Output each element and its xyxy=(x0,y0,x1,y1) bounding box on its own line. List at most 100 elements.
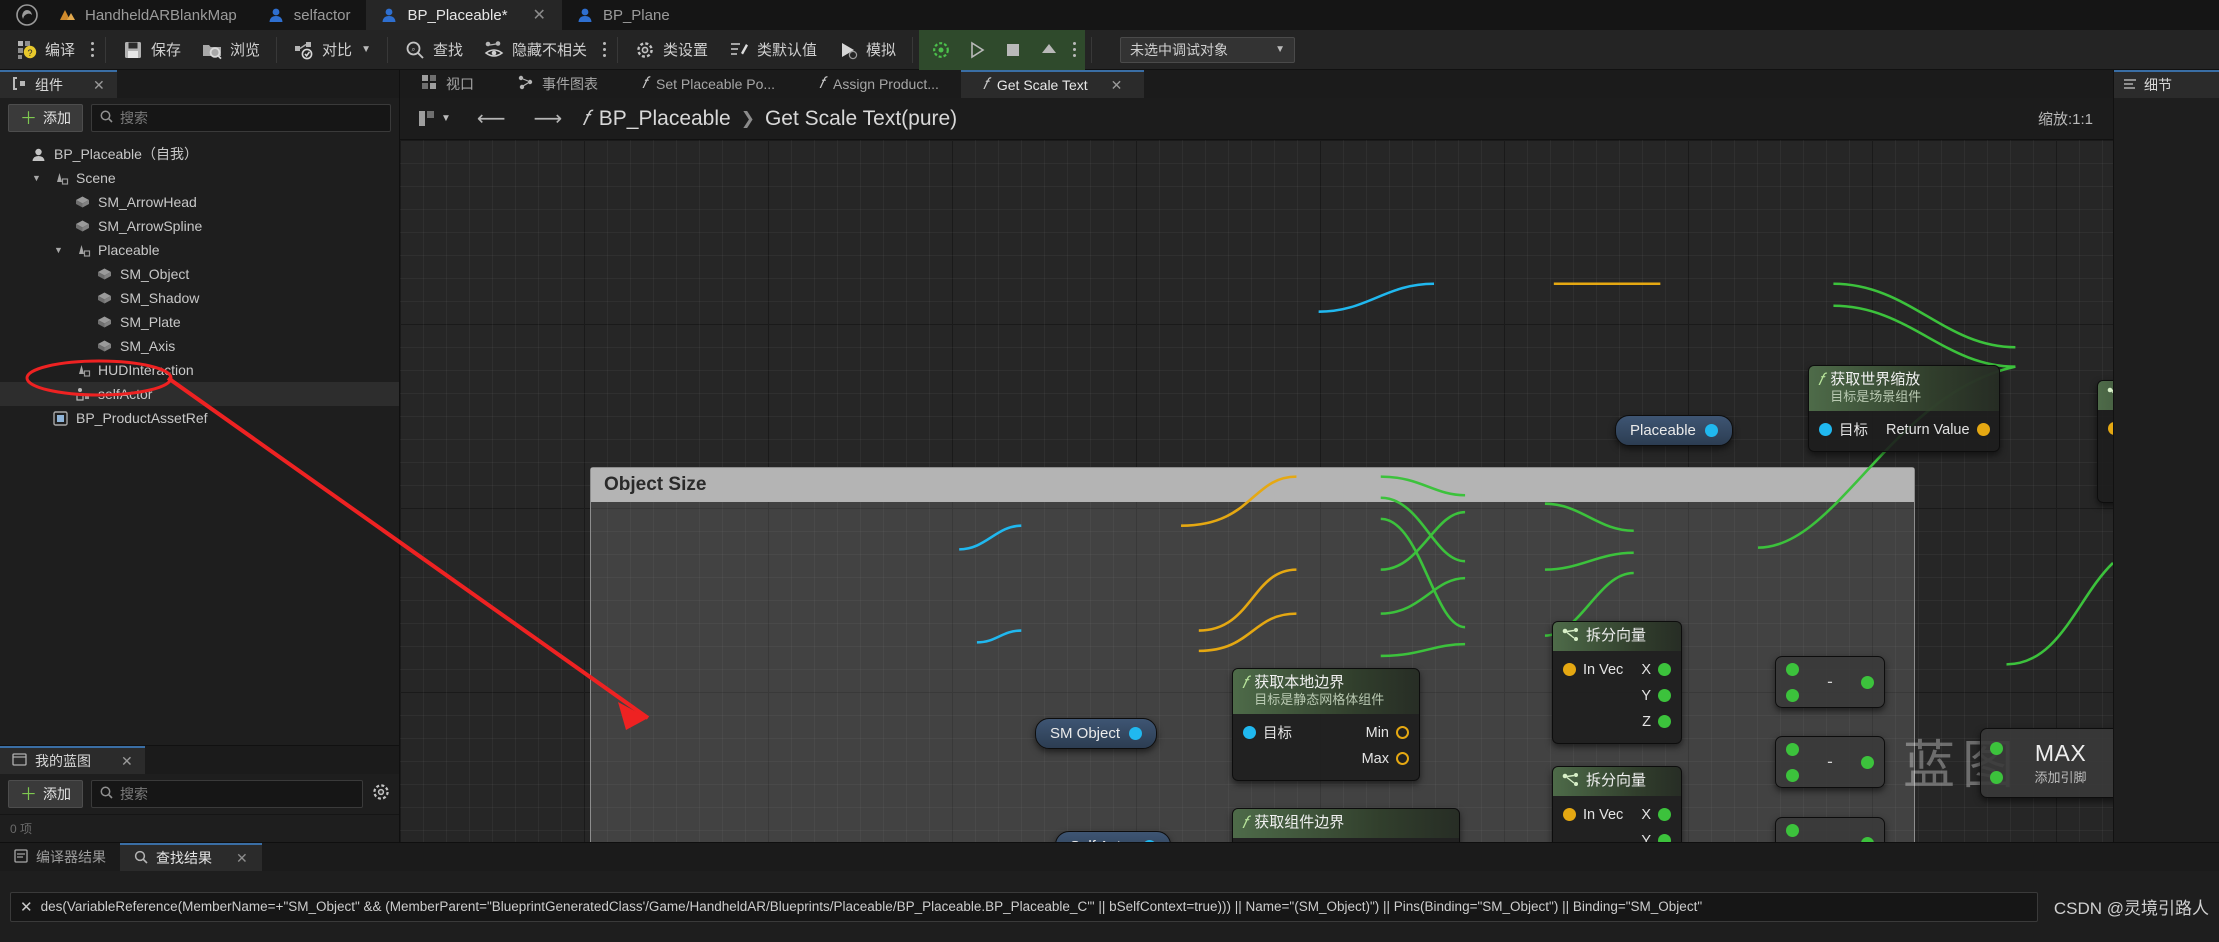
hide-unrelated-button[interactable]: 隐藏不相关 xyxy=(473,30,597,70)
browse-button[interactable]: 浏览 xyxy=(191,30,270,70)
output-pin[interactable] xyxy=(1143,840,1157,842)
asset-tab-bp-plane[interactable]: BP_Plane xyxy=(562,0,686,30)
add-blueprint-item-button[interactable]: ＋ 添加 xyxy=(8,780,83,808)
play-in-editor-button[interactable] xyxy=(923,30,959,70)
myblueprint-settings-button[interactable] xyxy=(371,782,391,807)
tree-item-sm_axis[interactable]: SM_Axis xyxy=(0,334,399,358)
output-pin[interactable] xyxy=(1129,727,1143,740)
output-pin[interactable] xyxy=(1860,755,1874,769)
tab-details[interactable]: 细节 xyxy=(2114,70,2219,98)
tree-item-selfactor[interactable]: selfActor xyxy=(0,382,399,406)
tree-item-sm_object[interactable]: SM_Object xyxy=(0,262,399,286)
output-pin[interactable] xyxy=(1704,424,1718,437)
node-subtract-3[interactable]: - xyxy=(1775,817,1885,842)
node-subtract-2[interactable]: - xyxy=(1775,736,1885,788)
input-pin-b[interactable] xyxy=(1786,688,1799,702)
blueprint-canvas[interactable]: Object Size 蓝图 Placeable 𝑓 获取世界缩放 目标是场景组… xyxy=(400,140,2113,842)
diff-button[interactable]: 对比 ▼ xyxy=(283,30,381,70)
input-pin-a[interactable] xyxy=(1786,742,1799,756)
close-icon[interactable]: ✕ xyxy=(93,77,105,94)
close-icon[interactable]: ✕ xyxy=(533,5,546,25)
output-pin-min[interactable]: Min xyxy=(1366,725,1409,741)
components-search-input[interactable]: 搜索 xyxy=(91,104,391,132)
node-break-vector-low[interactable]: 拆分向量 In Vec X Y xyxy=(1552,766,1682,842)
tree-item-hudinteraction[interactable]: HUDInteraction xyxy=(0,358,399,382)
comment-box-object-size[interactable]: Object Size xyxy=(590,467,1915,842)
class-settings-button[interactable]: 类设置 xyxy=(624,30,718,70)
node-get-world-scale[interactable]: 𝑓 获取世界缩放 目标是场景组件 目标 Return Value xyxy=(1808,365,2000,452)
debug-object-dropdown[interactable]: 未选中调试对象 ▼ xyxy=(1120,36,1296,63)
node-subtract-1[interactable]: - xyxy=(1775,656,1885,708)
input-pin-target[interactable]: 目标 xyxy=(1819,419,1868,440)
asset-tab-selfactor[interactable]: selfactor xyxy=(253,0,367,30)
graph-tab-getscaletext[interactable]: 𝑓 Get Scale Text ✕ xyxy=(960,70,1145,98)
breadcrumb-root[interactable]: BP_Placeable xyxy=(599,107,731,131)
tree-item-scene[interactable]: ▼ Scene xyxy=(0,166,399,190)
output-pin-max[interactable]: Max xyxy=(1362,751,1409,767)
tree-item-sm_plate[interactable]: SM_Plate xyxy=(0,310,399,334)
output-pin[interactable] xyxy=(1860,836,1874,842)
output-pin[interactable] xyxy=(1860,675,1874,689)
tree-item-sm_arrowspline[interactable]: SM_ArrowSpline xyxy=(0,214,399,238)
tree-item-placeable[interactable]: ▼ Placeable xyxy=(0,238,399,262)
class-defaults-button[interactable]: 类默认值 xyxy=(718,30,827,70)
dock-tab-find-results[interactable]: 查找结果 ✕ xyxy=(120,843,262,871)
output-pin-y[interactable]: Y xyxy=(1641,833,1671,842)
input-pin-a[interactable] xyxy=(1786,823,1799,837)
node-max[interactable]: MAX 添加引脚 xyxy=(1980,728,2113,798)
save-button[interactable]: 保存 xyxy=(112,30,191,70)
node-self-actor-variable[interactable]: Self Actor xyxy=(1055,831,1172,842)
input-pin-invec[interactable]: In Vec xyxy=(1563,662,1623,678)
close-icon[interactable]: ✕ xyxy=(121,753,133,770)
node-placeable-variable[interactable]: Placeable xyxy=(1615,415,1733,446)
close-icon[interactable]: ✕ xyxy=(236,850,248,867)
node-break-vector-top[interactable]: 拆分向量 In Vec X xyxy=(2097,380,2113,503)
myblueprint-search-input[interactable]: 搜索 xyxy=(91,780,363,808)
node-get-local-bounds[interactable]: 𝑓 获取本地边界 目标是静态网格体组件 目标 Min Max xyxy=(1232,668,1420,781)
close-icon[interactable]: ✕ xyxy=(1111,77,1123,94)
play-options-button[interactable] xyxy=(1067,30,1081,70)
output-pin-return-value[interactable]: Return Value xyxy=(1886,422,1990,438)
hide-unrelated-options-button[interactable] xyxy=(597,30,611,70)
tree-item-sm_shadow[interactable]: SM_Shadow xyxy=(0,286,399,310)
tree-item-bp_placeable[interactable]: BP_Placeable（自我） xyxy=(0,142,399,166)
asset-tab-handheldarblankmap[interactable]: HandheldARBlankMap xyxy=(44,0,253,30)
add-component-button[interactable]: ＋ 添加 xyxy=(8,104,83,132)
input-pin-a[interactable] xyxy=(1990,742,2003,755)
node-get-component-bounds[interactable]: 𝑓 获取组件边界 Component Origin xyxy=(1232,808,1460,842)
input-pin-invec[interactable]: In Vec xyxy=(1563,807,1623,823)
tree-item-bp_productassetref[interactable]: BP_ProductAssetRef xyxy=(0,406,399,430)
output-pin-y[interactable]: Y xyxy=(1641,688,1671,704)
nav-forward-button[interactable]: ⟶ xyxy=(526,106,571,131)
expand-arrow-icon[interactable]: ▼ xyxy=(32,173,44,183)
output-pin-x[interactable]: X xyxy=(1641,662,1671,678)
compile-options-button[interactable] xyxy=(85,30,99,70)
input-pin-b[interactable] xyxy=(1990,771,2003,784)
output-pin-x[interactable]: X xyxy=(1641,807,1671,823)
graph-tab-assignproduct[interactable]: 𝑓 Assign Product... xyxy=(797,70,961,98)
asset-tab-bp-placeable[interactable]: BP_Placeable* ✕ xyxy=(366,0,562,30)
tree-item-sm_arrowhead[interactable]: SM_ArrowHead xyxy=(0,190,399,214)
eject-button[interactable] xyxy=(1031,30,1067,70)
output-pin-z[interactable]: Z xyxy=(1642,714,1671,730)
node-sm-object-variable[interactable]: SM Object xyxy=(1035,718,1158,749)
input-pin-target[interactable]: 目标 xyxy=(1243,722,1292,743)
graph-tab-setplaceablepo[interactable]: 𝑓 Set Placeable Po... xyxy=(620,70,797,98)
compile-button[interactable]: ? 编译 xyxy=(6,30,85,70)
clear-search-icon[interactable]: ✕ xyxy=(20,898,33,916)
find-results-query[interactable]: ✕ des(VariableReference(MemberName=+"SM_… xyxy=(10,891,2038,922)
pause-resume-button[interactable] xyxy=(959,30,995,70)
tab-components[interactable]: 组件 ✕ xyxy=(0,70,117,98)
graph-layout-button[interactable]: ▼ xyxy=(412,110,457,127)
expand-arrow-icon[interactable]: ▼ xyxy=(54,245,66,255)
graph-tab-事件图表[interactable]: 事件图表 xyxy=(496,70,620,98)
dock-tab-compiler-results[interactable]: 编译器结果 xyxy=(0,843,120,871)
simulate-button[interactable]: 模拟 xyxy=(827,30,906,70)
graph-tab-视口[interactable]: 视口 xyxy=(400,70,496,98)
input-pin-a[interactable] xyxy=(1786,662,1799,676)
find-button[interactable]: ⌕ 查找 xyxy=(394,30,473,70)
node-break-vector-mid[interactable]: 拆分向量 In Vec X Y Z xyxy=(1552,621,1682,744)
input-pin-b[interactable] xyxy=(1786,768,1799,782)
nav-back-button[interactable]: ⟵ xyxy=(469,106,514,131)
stop-button[interactable] xyxy=(995,30,1031,70)
